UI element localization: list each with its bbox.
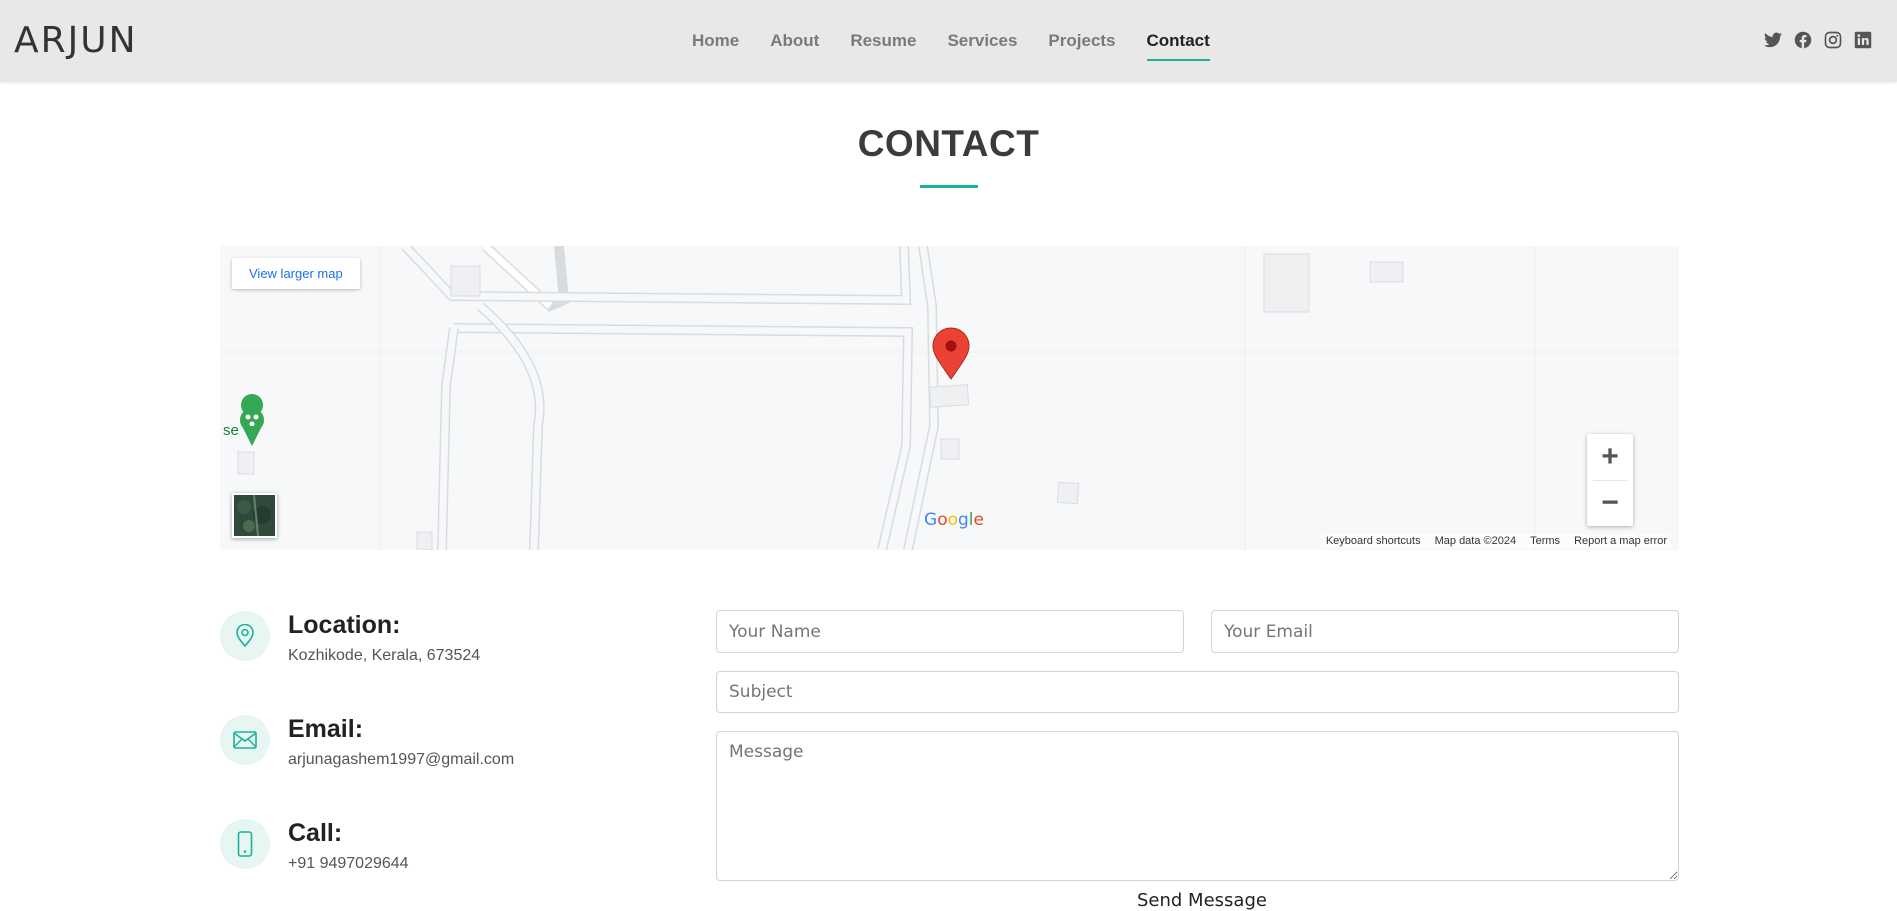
zoom-out-button[interactable]: − <box>1587 480 1633 526</box>
nav-contact[interactable]: Contact <box>1146 23 1211 61</box>
nav-services[interactable]: Services <box>947 23 1017 59</box>
call-text[interactable]: +91 9497029644 <box>288 855 409 873</box>
email-title: Email: <box>288 715 364 743</box>
location-title: Location: <box>288 611 401 639</box>
map-data-text: Map data ©2024 <box>1434 535 1517 547</box>
envelope-icon <box>220 715 270 765</box>
zoom-controls: + − <box>1587 434 1633 526</box>
social-links <box>1763 30 1873 50</box>
terms-link[interactable]: Terms <box>1530 535 1560 547</box>
phone-icon <box>220 819 270 869</box>
nav-home[interactable]: Home <box>692 23 739 59</box>
google-logo: Google <box>924 510 984 530</box>
subject-input[interactable] <box>716 671 1679 713</box>
info-email: Email: arjunagashem1997@gmail.com <box>220 715 620 795</box>
location-text: Kozhikode, Kerala, 673524 <box>288 647 481 664</box>
map-footer: Keyboard shortcuts Map data ©2024 Terms … <box>1321 534 1671 548</box>
nav-about[interactable]: About <box>770 23 819 59</box>
message-textarea[interactable] <box>716 731 1679 881</box>
report-error-link[interactable]: Report a map error <box>1574 535 1667 547</box>
zoom-in-button[interactable]: + <box>1587 434 1633 480</box>
site-header: ARJUN Home About Resume Services Project… <box>0 0 1897 82</box>
send-message-button[interactable]: Send Message <box>1137 890 1267 911</box>
info-location: Location: Kozhikode, Kerala, 673524 <box>220 611 620 691</box>
embedded-map[interactable]: View larger map se + − Google Keyboard s… <box>220 246 1679 550</box>
satellite-toggle[interactable] <box>232 493 277 538</box>
main-nav: Home About Resume Services Projects Cont… <box>692 0 1241 82</box>
zoom-separator <box>1593 480 1627 481</box>
nav-resume[interactable]: Resume <box>850 23 916 59</box>
location-pin-icon <box>932 327 970 380</box>
instagram-icon[interactable] <box>1823 30 1843 50</box>
name-input[interactable] <box>716 610 1184 653</box>
poi-pin-icon <box>240 394 264 446</box>
view-larger-map-link[interactable]: View larger map <box>232 258 360 289</box>
map-pin-icon <box>220 611 270 661</box>
info-call: Call: +91 9497029644 <box>220 819 620 899</box>
map-roads <box>220 246 1679 550</box>
email-input[interactable] <box>1211 610 1679 653</box>
title-underline <box>920 185 978 188</box>
linkedin-icon[interactable] <box>1853 30 1873 50</box>
nav-projects[interactable]: Projects <box>1048 23 1115 59</box>
keyboard-shortcuts-link[interactable]: Keyboard shortcuts <box>1326 535 1421 547</box>
facebook-icon[interactable] <box>1793 30 1813 50</box>
call-title: Call: <box>288 819 343 847</box>
email-text[interactable]: arjunagashem1997@gmail.com <box>288 751 514 769</box>
section-title: CONTACT <box>857 123 1040 164</box>
twitter-icon[interactable] <box>1763 30 1783 50</box>
site-logo[interactable]: ARJUN <box>14 20 138 61</box>
poi-label[interactable]: se <box>223 422 239 439</box>
